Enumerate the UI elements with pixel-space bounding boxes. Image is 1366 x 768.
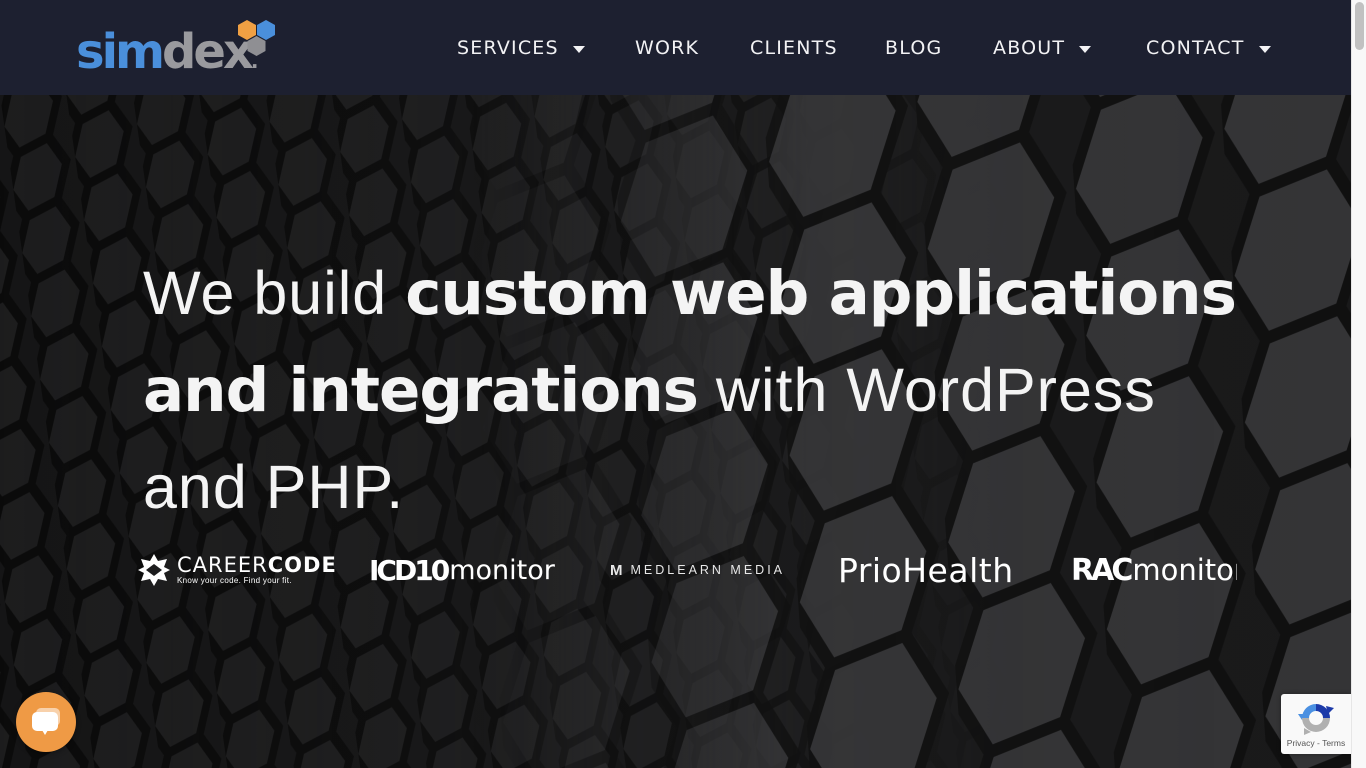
careercode-name: CAREERCODE — [177, 555, 337, 576]
nav-blog-label: BLOG — [885, 37, 943, 59]
client-logo-icd10monitor[interactable]: ICD10 monitor — [369, 535, 555, 605]
main-nav: SERVICES WORK CLIENTS BLOG ABOUT CONTACT — [0, 0, 1351, 95]
careercode-name-light: CAREER — [177, 553, 268, 577]
client-logo-priohealth[interactable]: PrioHealth — [838, 535, 1014, 605]
caret-down-icon — [1079, 45, 1092, 53]
careercode-tagline: Know your code. Find your fit. — [177, 576, 292, 585]
site-header: simdex. SERVICES WORK CLIENTS BLOG ABOUT… — [0, 0, 1351, 95]
nav-about[interactable]: ABOUT — [993, 36, 1092, 60]
caret-down-icon — [572, 45, 585, 53]
client-logos: CAREERCODE Know your code. Find your fit… — [0, 535, 1351, 605]
recaptcha-icon — [1298, 704, 1334, 735]
rac-light: monitor — [1132, 553, 1237, 587]
nav-work-label: WORK — [635, 37, 700, 59]
hero-headline: We build custom web applications and int… — [143, 245, 1263, 536]
nav-about-label: ABOUT — [993, 37, 1066, 59]
client-logo-careercode[interactable]: CAREERCODE Know your code. Find your fit… — [137, 535, 337, 605]
scrollbar-thumb[interactable] — [1355, 2, 1364, 50]
nav-services[interactable]: SERVICES — [457, 36, 585, 60]
nav-clients-label: CLIENTS — [750, 37, 838, 59]
recaptcha-terms-link[interactable]: Terms — [1322, 738, 1345, 748]
medlearn-name: MEDLEARN MEDIA — [630, 563, 786, 577]
medlearn-mark: M — [610, 561, 623, 579]
careercode-text: CAREERCODE Know your code. Find your fit… — [177, 555, 337, 585]
icd10-bold: ICD10 — [369, 553, 450, 587]
hero-section: We build custom web applications and int… — [0, 95, 1351, 768]
client-logo-racmonitor[interactable]: RAC monitor — [1071, 535, 1237, 605]
recaptcha-separator: - — [1314, 738, 1323, 748]
nav-blog[interactable]: BLOG — [885, 36, 942, 60]
caret-down-icon — [1258, 45, 1271, 53]
client-logo-medlearn-media[interactable]: M MEDLEARN MEDIA — [610, 535, 785, 605]
page-scrollbar[interactable] — [1351, 0, 1366, 768]
nav-contact-label: CONTACT — [1146, 37, 1245, 59]
nav-contact[interactable]: CONTACT — [1146, 36, 1271, 60]
nav-work[interactable]: WORK — [635, 36, 699, 60]
nav-services-label: SERVICES — [457, 37, 559, 59]
priohealth-name: PrioHealth — [838, 550, 1014, 590]
rac-bold: RAC — [1071, 552, 1133, 588]
recaptcha-badge[interactable]: Privacy - Terms — [1281, 694, 1351, 754]
headline-light-1: We build — [143, 259, 406, 327]
recaptcha-privacy-link[interactable]: Privacy — [1287, 738, 1315, 748]
recaptcha-links: Privacy - Terms — [1287, 738, 1345, 748]
careercode-star-icon — [138, 554, 170, 586]
icd10-light: monitor — [449, 554, 555, 586]
nav-clients[interactable]: CLIENTS — [750, 36, 838, 60]
chat-launcher-button[interactable] — [16, 692, 76, 752]
chat-bubble-icon — [32, 708, 60, 735]
careercode-name-bold: CODE — [267, 553, 337, 577]
